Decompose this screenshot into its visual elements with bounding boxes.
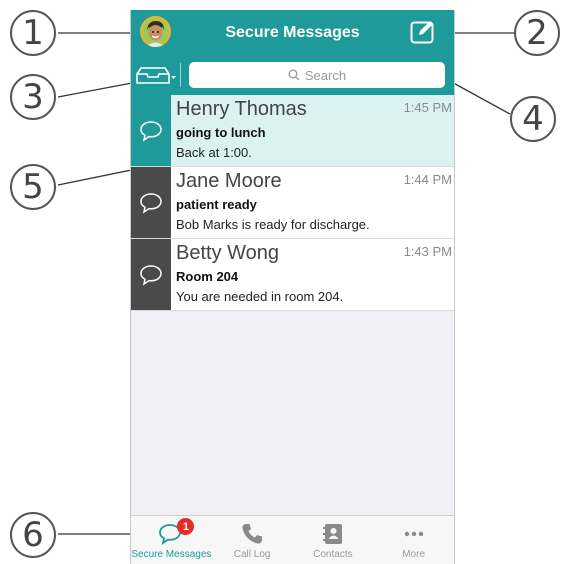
message-preview: Back at 1:00.	[176, 145, 252, 160]
message-subject: going to lunch	[176, 125, 266, 140]
speech-bubble-icon	[140, 264, 162, 286]
inbox-tray-icon	[136, 67, 176, 84]
app-header: Secure Messages	[131, 10, 454, 55]
tab-secure-messages[interactable]: 1 Secure Messages	[131, 516, 212, 564]
callout-2: 2	[514, 10, 560, 56]
tab-contacts[interactable]: Contacts	[293, 516, 374, 564]
sender-name: Henry Thomas	[176, 98, 307, 120]
callout-6: 6	[10, 512, 56, 558]
compose-icon	[410, 21, 434, 44]
speech-bubble-icon	[140, 192, 162, 214]
speech-bubble-icon	[140, 120, 162, 142]
message-time: 1:43 PM	[403, 244, 452, 259]
inbox-filter-button[interactable]	[135, 65, 177, 87]
contacts-book-icon	[322, 524, 342, 544]
tab-label: Call Log	[233, 549, 271, 560]
search-bar: Search	[131, 55, 454, 95]
message-row[interactable]: Henry Thomas 1:45 PM going to lunch Back…	[131, 95, 454, 167]
more-dots-icon	[404, 531, 423, 537]
tab-more[interactable]: More	[373, 516, 454, 564]
dropdown-caret-icon	[171, 76, 176, 79]
callout-1: 1	[10, 10, 56, 56]
unread-badge: 1	[177, 518, 195, 535]
message-time: 1:44 PM	[403, 172, 452, 187]
search-input[interactable]: Search	[189, 62, 445, 88]
callout-3: 3	[10, 74, 56, 120]
tab-label: More	[402, 549, 426, 560]
message-row[interactable]: Jane Moore 1:44 PM patient ready Bob Mar…	[131, 167, 454, 239]
sender-name: Jane Moore	[176, 170, 282, 192]
message-time: 1:45 PM	[403, 100, 452, 115]
message-list: Henry Thomas 1:45 PM going to lunch Back…	[131, 95, 454, 311]
message-type-strip	[131, 167, 171, 238]
compose-button[interactable]	[410, 20, 436, 44]
tab-label: Contacts	[313, 549, 353, 560]
message-type-strip	[131, 95, 171, 166]
sender-name: Betty Wong	[176, 242, 280, 264]
tab-label: Secure Messages	[131, 549, 212, 560]
message-type-strip	[131, 239, 171, 310]
phone-screen: Secure Messages Search Henry Thomas 1:45…	[130, 10, 455, 564]
page-title: Secure Messages	[225, 24, 360, 41]
callout-4: 4	[510, 96, 556, 142]
message-subject: Room 204	[176, 269, 239, 284]
phone-icon	[242, 524, 263, 544]
tab-bar: 1 Secure Messages Call Log Contacts More	[131, 515, 454, 564]
search-divider	[180, 63, 181, 87]
message-row[interactable]: Betty Wong 1:43 PM Room 204 You are need…	[131, 239, 454, 311]
message-subject: patient ready	[176, 197, 257, 212]
message-preview: Bob Marks is ready for discharge.	[176, 217, 370, 232]
tab-call-log[interactable]: Call Log	[212, 516, 293, 564]
message-preview: You are needed in room 204.	[176, 289, 344, 304]
search-icon	[288, 69, 300, 81]
callout-5: 5	[10, 164, 56, 210]
search-placeholder: Search	[304, 67, 347, 83]
